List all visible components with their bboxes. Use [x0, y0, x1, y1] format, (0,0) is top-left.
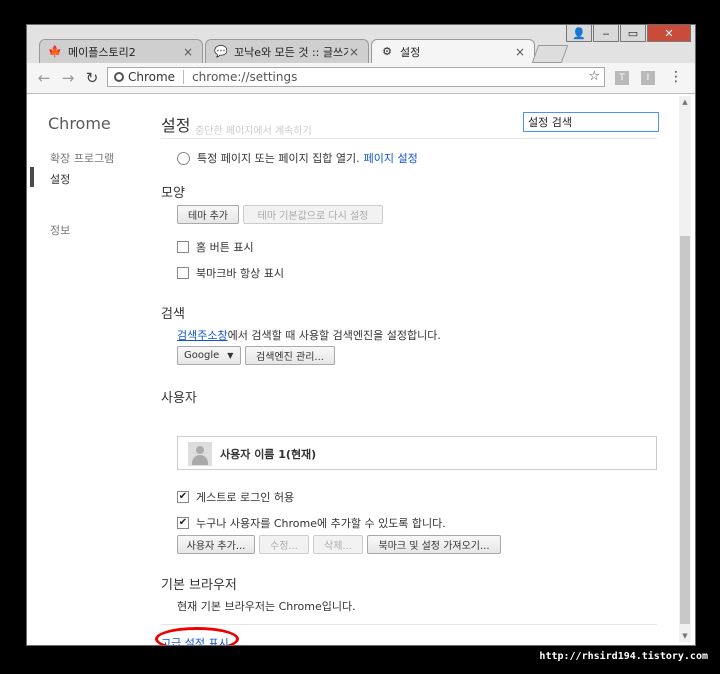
edit-user-button[interactable]: 수정... [259, 535, 309, 554]
tab-strip: 🍁 메이플스토리2 × 💬 꼬낙e와 모든 것 :: 글쓰기 × ⚙ 설정 × [27, 39, 695, 63]
search-heading: 검색 [161, 307, 185, 322]
new-tab-button[interactable] [531, 45, 569, 63]
startup-option-label: 특정 페이지 또는 페이지 집합 열기. [197, 152, 360, 165]
omnibox-link[interactable]: 검색주소창 [177, 327, 228, 343]
footer-divider [161, 624, 657, 625]
search-engine-value: Google [184, 350, 220, 361]
add-theme-button[interactable]: 테마 추가 [177, 205, 239, 224]
search-description-row: 검색주소창 에서 검색할 때 사용할 검색엔진을 설정합니다. [177, 327, 441, 343]
add-user-button[interactable]: 사용자 추가... [177, 535, 255, 554]
extension-i-icon[interactable]: I [641, 71, 655, 85]
bookmarks-bar-checkbox[interactable] [177, 267, 189, 279]
guest-login-row[interactable]: ✔ 게스트로 로그인 허용 [177, 489, 294, 505]
manage-search-engines-button[interactable]: 검색엔진 관리... [245, 346, 335, 365]
delete-user-button[interactable]: 삭제... [313, 535, 363, 554]
users-heading: 사용자 [161, 391, 197, 406]
guest-login-label: 게스트로 로그인 허용 [196, 491, 295, 504]
tab-close-icon[interactable]: × [182, 45, 194, 59]
bookmarks-bar-row[interactable]: 북마크바 항상 표시 [177, 265, 284, 281]
maple-icon: 🍁 [48, 45, 62, 58]
default-browser-description: 현재 기본 브라우저는 Chrome입니다. [177, 600, 356, 613]
site-chip[interactable]: Chrome [114, 70, 185, 84]
sidebar-selection-marker [30, 167, 34, 187]
user-list[interactable]: 사용자 이름 1(현재) [177, 436, 657, 470]
sidebar-item-about[interactable]: 정보 [50, 222, 70, 238]
tab-label: 꼬낙e와 모든 것 :: 글쓰기 [234, 45, 348, 59]
reset-theme-button[interactable]: 테마 기본값으로 다시 설정 [243, 205, 383, 224]
set-pages-link[interactable]: 페이지 설정 [364, 150, 418, 166]
search-description: 에서 검색할 때 사용할 검색엔진을 설정합니다. [227, 329, 441, 342]
dropdown-arrow-icon: ▼ [227, 351, 234, 360]
add-anyone-checkbox[interactable]: ✔ [177, 517, 189, 529]
tab-maplestory[interactable]: 🍁 메이플스토리2 × [39, 39, 203, 63]
avatar-body [192, 455, 208, 465]
back-icon[interactable]: ← [35, 69, 53, 87]
tab-close-icon[interactable]: × [514, 45, 526, 59]
toolbar: ← → ↻ Chrome chrome://settings ☆ T I ⋮ [27, 63, 695, 94]
search-engine-select[interactable]: Google ▼ [177, 346, 241, 365]
watermark: http://rhsird194.tistory.com [539, 651, 708, 662]
tab-label: 설정 [400, 45, 421, 59]
avatar-head [196, 446, 204, 454]
address-bar[interactable]: Chrome chrome://settings ☆ [107, 67, 605, 87]
bookmark-star-icon[interactable]: ☆ [588, 69, 600, 84]
tab-settings[interactable]: ⚙ 설정 × [371, 39, 535, 63]
chrome-logo-icon [114, 72, 124, 82]
scroll-down-icon[interactable]: ▼ [679, 630, 691, 642]
red-highlight-circle [155, 627, 239, 645]
bookmarks-bar-label: 북마크바 항상 표시 [196, 267, 284, 280]
scrollbar[interactable]: ▲ ▼ [679, 96, 691, 642]
tab-label: 메이플스토리2 [68, 45, 136, 59]
sidebar-item-settings[interactable]: 설정 [50, 171, 70, 187]
header-divider [161, 138, 657, 139]
home-button-checkbox[interactable] [177, 241, 189, 253]
default-browser-heading: 기본 브라우저 [161, 578, 237, 593]
scrollbar-thumb[interactable] [680, 236, 690, 624]
scroll-up-icon[interactable]: ▲ [679, 96, 691, 108]
extension-t-icon[interactable]: T [615, 71, 629, 85]
startup-radio[interactable] [177, 151, 190, 165]
blog-icon: 💬 [214, 45, 228, 58]
reload-icon[interactable]: ↻ [83, 69, 101, 87]
startup-option-row[interactable]: 특정 페이지 또는 페이지 집합 열기. 페이지 설정 [177, 150, 418, 166]
home-button-label: 홈 버튼 표시 [196, 241, 254, 254]
add-anyone-label: 누구나 사용자를 Chrome에 추가할 수 있도록 합니다. [196, 517, 446, 530]
import-bookmarks-button[interactable]: 북마크 및 설정 가져오기... [367, 535, 501, 554]
url-text: chrome://settings [192, 70, 298, 84]
user-name: 사용자 이름 1(현재) [220, 448, 317, 461]
add-anyone-row[interactable]: ✔ 누구나 사용자를 Chrome에 추가할 수 있도록 합니다. [177, 515, 446, 531]
browser-window: 👤 ‒ ▭ ✕ 🍁 메이플스토리2 × 💬 꼬낙e와 모든 것 :: 글쓰기 ×… [26, 24, 696, 646]
page-title: 설정 [161, 116, 191, 135]
settings-main: 설정 중단한 페이지에서 계속하기 특정 페이지 또는 페이지 집합 열기. 페… [155, 94, 681, 645]
guest-login-checkbox[interactable]: ✔ [177, 491, 189, 503]
menu-icon[interactable]: ⋮ [669, 69, 683, 85]
settings-page: Chrome 확장 프로그램 설정 정보 설정 중단한 페이지에서 계속하기 특… [27, 94, 695, 645]
forward-icon[interactable]: → [59, 69, 77, 87]
sidebar-item-extensions[interactable]: 확장 프로그램 [50, 150, 114, 166]
tab-close-icon[interactable]: × [348, 45, 360, 59]
home-button-row[interactable]: 홈 버튼 표시 [177, 239, 254, 255]
gear-icon: ⚙ [382, 45, 392, 58]
tab-blog[interactable]: 💬 꼬낙e와 모든 것 :: 글쓰기 × [205, 39, 369, 63]
site-chip-label: Chrome [128, 70, 176, 84]
screenshot-frame: 👤 ‒ ▭ ✕ 🍁 메이플스토리2 × 💬 꼬낙e와 모든 것 :: 글쓰기 ×… [0, 0, 720, 674]
faded-startup-option: 중단한 페이지에서 계속하기 [195, 126, 312, 137]
appearance-heading: 모양 [161, 186, 185, 201]
sidebar: Chrome 확장 프로그램 설정 정보 [27, 94, 147, 645]
avatar [188, 442, 212, 466]
settings-search-input[interactable] [523, 112, 659, 132]
sidebar-brand: Chrome [48, 114, 111, 133]
